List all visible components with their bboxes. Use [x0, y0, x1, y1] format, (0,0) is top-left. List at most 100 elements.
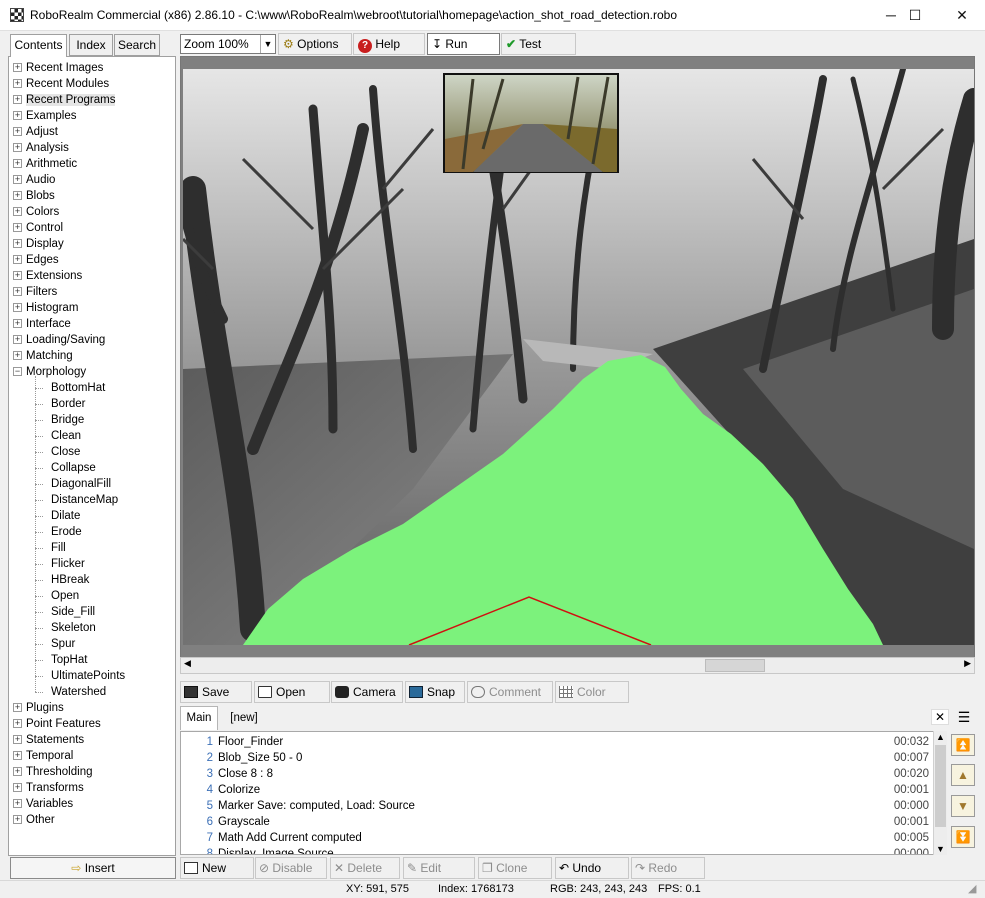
expand-icon[interactable]: +: [13, 303, 22, 313]
move-up-icon[interactable]: ▲: [951, 764, 975, 786]
expand-icon[interactable]: +: [13, 319, 22, 329]
pipeline-vertical-scrollbar[interactable]: ▲ ▼: [933, 731, 947, 855]
snap-button[interactable]: Snap: [405, 681, 465, 703]
tree-child-open[interactable]: Open: [51, 588, 79, 604]
tab-contents[interactable]: Contents: [10, 34, 67, 57]
scroll-left-icon[interactable]: ◀: [184, 658, 191, 669]
move-top-icon[interactable]: ⏫: [951, 734, 975, 756]
pipeline-row[interactable]: 8 Display_Image Source 00:000: [181, 846, 931, 854]
expand-icon[interactable]: +: [13, 63, 22, 73]
collapse-icon[interactable]: −: [13, 367, 22, 377]
tree-item-arithmetic[interactable]: + Arithmetic: [13, 156, 77, 172]
tree-item-variables[interactable]: + Variables: [13, 796, 73, 812]
expand-icon[interactable]: +: [13, 255, 22, 265]
pipeline-row[interactable]: 1 Floor_Finder 00:032: [181, 734, 931, 750]
pipeline-row[interactable]: 3 Close 8 : 8 00:020: [181, 766, 931, 782]
pipeline-row[interactable]: 7 Math Add Current computed 00:005: [181, 830, 931, 846]
tree-item-filters[interactable]: + Filters: [13, 284, 57, 300]
test-button[interactable]: ✔ Test: [501, 33, 576, 55]
open-image-button[interactable]: Open: [254, 681, 330, 703]
expand-icon[interactable]: +: [13, 719, 22, 729]
expand-icon[interactable]: +: [13, 143, 22, 153]
tree-child-tophat[interactable]: TopHat: [51, 652, 87, 668]
tree-item-morphology[interactable]: − Morphology: [13, 364, 86, 380]
comment-button[interactable]: Comment: [467, 681, 553, 703]
tree-item-plugins[interactable]: + Plugins: [13, 700, 64, 716]
move-down-icon[interactable]: ▼: [951, 795, 975, 817]
pipeline-row[interactable]: 5 Marker Save: computed, Load: Source 00:0…: [181, 798, 931, 814]
tab-main[interactable]: Main: [180, 706, 218, 730]
disable-button[interactable]: ⊘ Disable: [255, 857, 327, 879]
insert-button[interactable]: ⇨ Insert: [10, 857, 176, 879]
move-bottom-icon[interactable]: ⏬: [951, 826, 975, 848]
tree-child-bottomhat[interactable]: BottomHat: [51, 380, 105, 396]
zoom-select[interactable]: Zoom 100% ▼: [180, 34, 276, 54]
tree-item-colors[interactable]: + Colors: [13, 204, 59, 220]
expand-icon[interactable]: +: [13, 191, 22, 201]
pipeline-row[interactable]: 6 Grayscale 00:001: [181, 814, 931, 830]
tree-item-transforms[interactable]: + Transforms: [13, 780, 84, 796]
scrollbar-thumb[interactable]: [935, 745, 946, 827]
expand-icon[interactable]: +: [13, 207, 22, 217]
expand-icon[interactable]: +: [13, 223, 22, 233]
expand-icon[interactable]: +: [13, 287, 22, 297]
expand-icon[interactable]: +: [13, 351, 22, 361]
clone-button[interactable]: ❐ Clone: [478, 857, 552, 879]
tree-child-bridge[interactable]: Bridge: [51, 412, 84, 428]
image-view[interactable]: [180, 56, 975, 658]
scroll-up-icon[interactable]: ▲: [936, 732, 945, 742]
tree-item-recent-programs[interactable]: + Recent Programs: [13, 92, 116, 108]
tree-item-recent-images[interactable]: + Recent Images: [13, 60, 103, 76]
tree-child-dilate[interactable]: Dilate: [51, 508, 80, 524]
tree-child-border[interactable]: Border: [51, 396, 86, 412]
tree-child-distancemap[interactable]: DistanceMap: [51, 492, 118, 508]
tree-item-display[interactable]: + Display: [13, 236, 64, 252]
expand-icon[interactable]: +: [13, 815, 22, 825]
tree-item-recent-modules[interactable]: + Recent Modules: [13, 76, 109, 92]
expand-icon[interactable]: +: [13, 95, 22, 105]
delete-button[interactable]: ✕ Delete: [330, 857, 400, 879]
tree-item-audio[interactable]: + Audio: [13, 172, 55, 188]
expand-icon[interactable]: +: [13, 799, 22, 809]
tree-child-clean[interactable]: Clean: [51, 428, 81, 444]
tree-child-watershed[interactable]: Watershed: [51, 684, 106, 700]
menu-icon[interactable]: ☰: [955, 709, 973, 725]
expand-icon[interactable]: +: [13, 335, 22, 345]
edit-button[interactable]: ✎ Edit: [403, 857, 475, 879]
tree-item-temporal[interactable]: + Temporal: [13, 748, 73, 764]
tree-item-edges[interactable]: + Edges: [13, 252, 59, 268]
scroll-right-icon[interactable]: ▶: [964, 658, 971, 669]
tree-child-close[interactable]: Close: [51, 444, 80, 460]
expand-icon[interactable]: +: [13, 111, 22, 121]
tab-new[interactable]: [new]: [223, 708, 265, 728]
tree-item-adjust[interactable]: + Adjust: [13, 124, 58, 140]
tree-item-control[interactable]: + Control: [13, 220, 63, 236]
maximize-button[interactable]: ☐: [892, 0, 938, 31]
help-button[interactable]: ? Help: [353, 33, 425, 55]
tree-child-hbreak[interactable]: HBreak: [51, 572, 89, 588]
tree-item-interface[interactable]: + Interface: [13, 316, 71, 332]
tree-item-analysis[interactable]: + Analysis: [13, 140, 69, 156]
expand-icon[interactable]: +: [13, 703, 22, 713]
tree-item-loading-saving[interactable]: + Loading/Saving: [13, 332, 105, 348]
tab-index[interactable]: Index: [69, 34, 113, 56]
scrollbar-thumb[interactable]: [705, 659, 765, 672]
tree-item-other[interactable]: + Other: [13, 812, 55, 828]
expand-icon[interactable]: +: [13, 175, 22, 185]
tree-child-fill[interactable]: Fill: [51, 540, 66, 556]
tree-item-matching[interactable]: + Matching: [13, 348, 73, 364]
new-button[interactable]: New: [180, 857, 254, 879]
tree-item-blobs[interactable]: + Blobs: [13, 188, 55, 204]
resize-grip-icon[interactable]: ◢: [968, 881, 976, 898]
run-button[interactable]: ↧ Run: [427, 33, 500, 55]
color-button[interactable]: Color: [555, 681, 629, 703]
expand-icon[interactable]: +: [13, 79, 22, 89]
tree-child-collapse[interactable]: Collapse: [51, 460, 96, 476]
chevron-down-icon[interactable]: ▼: [260, 35, 275, 53]
redo-button[interactable]: ↷ Redo: [631, 857, 705, 879]
image-horizontal-scrollbar[interactable]: ◀ ▶: [180, 657, 975, 674]
undo-button[interactable]: ↶ Undo: [555, 857, 629, 879]
expand-icon[interactable]: +: [13, 751, 22, 761]
tree-child-skeleton[interactable]: Skeleton: [51, 620, 96, 636]
tree-child-ultimatepoints[interactable]: UltimatePoints: [51, 668, 125, 684]
